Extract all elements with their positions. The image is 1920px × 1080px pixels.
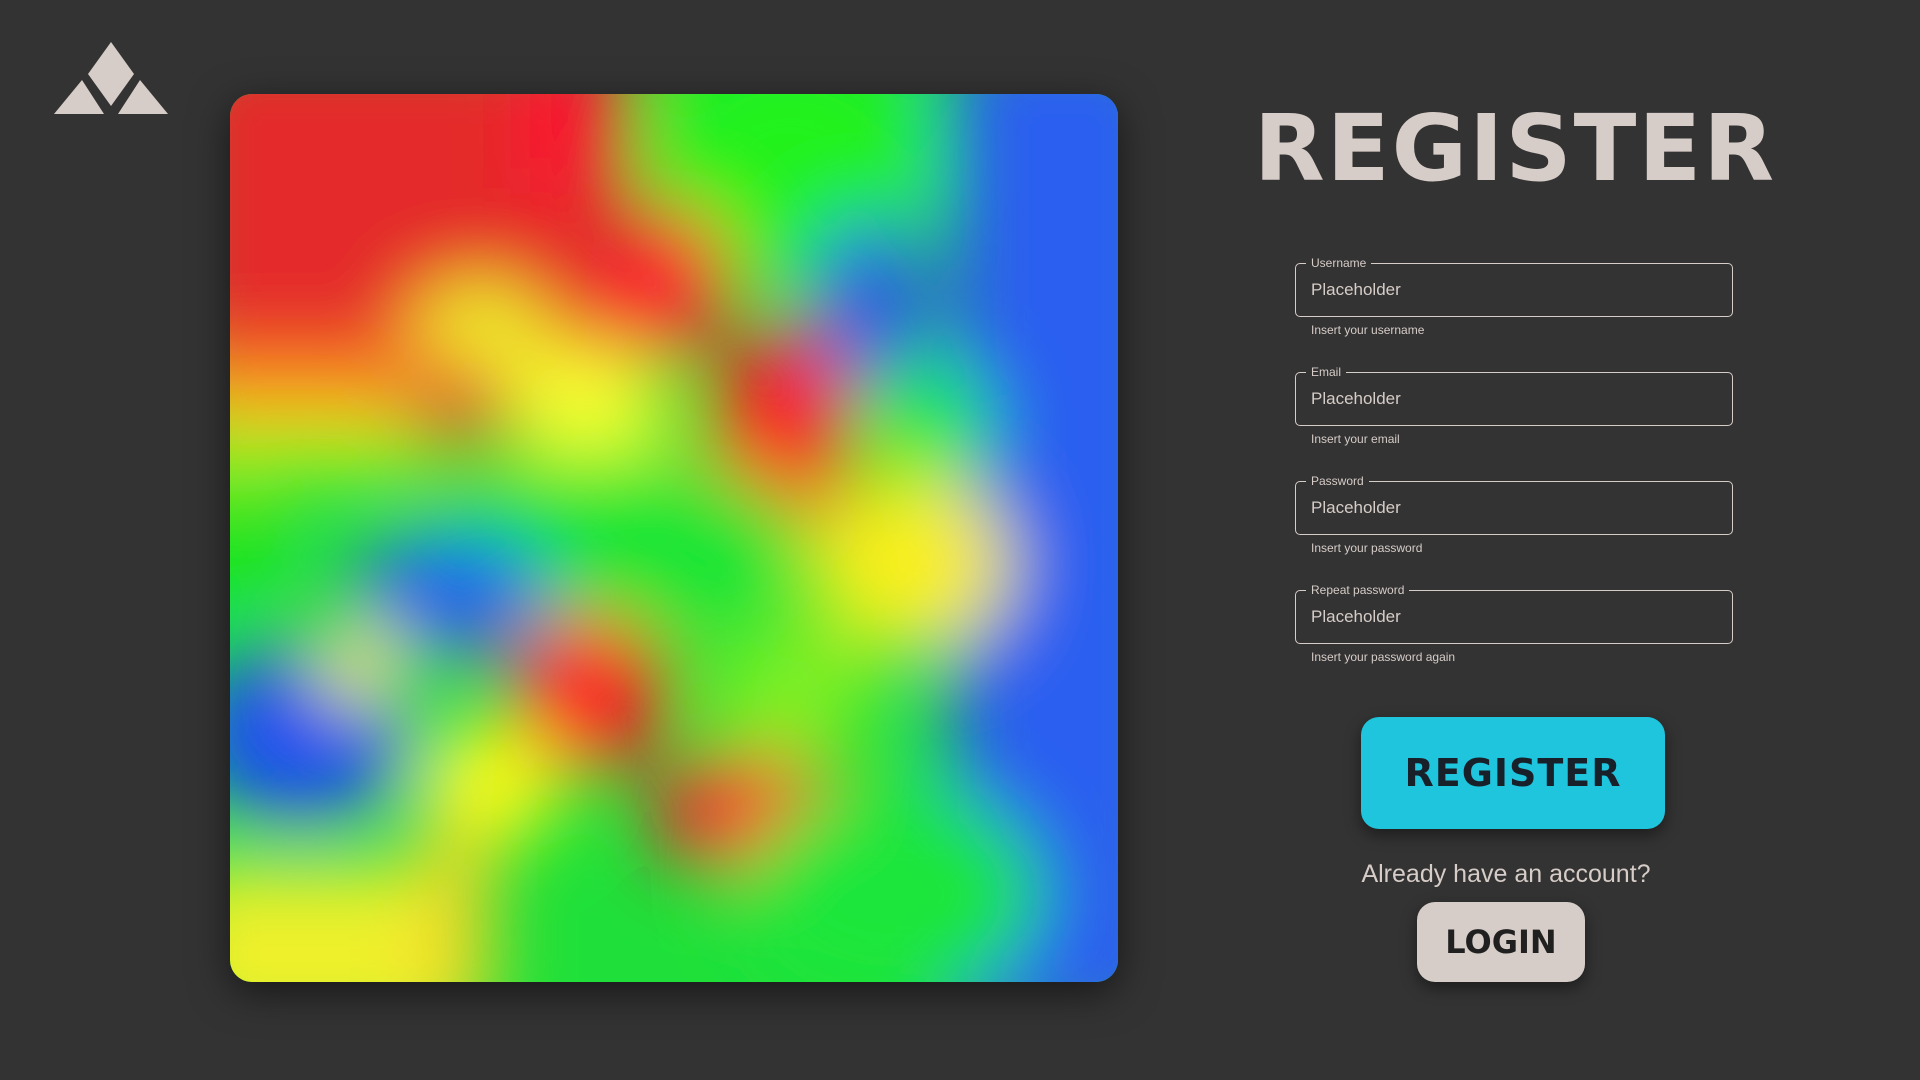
email-input[interactable]	[1296, 373, 1732, 425]
username-input[interactable]	[1296, 264, 1732, 316]
repeat-password-field[interactable]: Repeat password	[1295, 582, 1733, 644]
password-field[interactable]: Password	[1295, 473, 1733, 535]
email-helper: Insert your email	[1311, 432, 1400, 446]
username-field-group: Username Insert your username	[1295, 255, 1733, 338]
password-helper: Insert your password	[1311, 541, 1423, 555]
email-field-group: Email Insert your email	[1295, 364, 1733, 447]
repeat-password-field-group: Repeat password Insert your password aga…	[1295, 582, 1733, 665]
login-button[interactable]: LOGIN	[1417, 902, 1585, 982]
register-button[interactable]: REGISTER	[1361, 717, 1665, 829]
already-have-account-text: Already have an account?	[1361, 860, 1651, 888]
email-field[interactable]: Email	[1295, 364, 1733, 426]
repeat-password-helper: Insert your password again	[1311, 650, 1456, 664]
username-field[interactable]: Username	[1295, 255, 1733, 317]
username-helper: Insert your username	[1311, 323, 1425, 337]
page-title: REGISTER	[1253, 95, 1777, 202]
hero-heatmap-image	[230, 94, 1118, 982]
logo-icon	[54, 42, 168, 114]
password-input[interactable]	[1296, 482, 1732, 534]
repeat-password-input[interactable]	[1296, 591, 1732, 643]
password-field-group: Password Insert your password	[1295, 473, 1733, 556]
